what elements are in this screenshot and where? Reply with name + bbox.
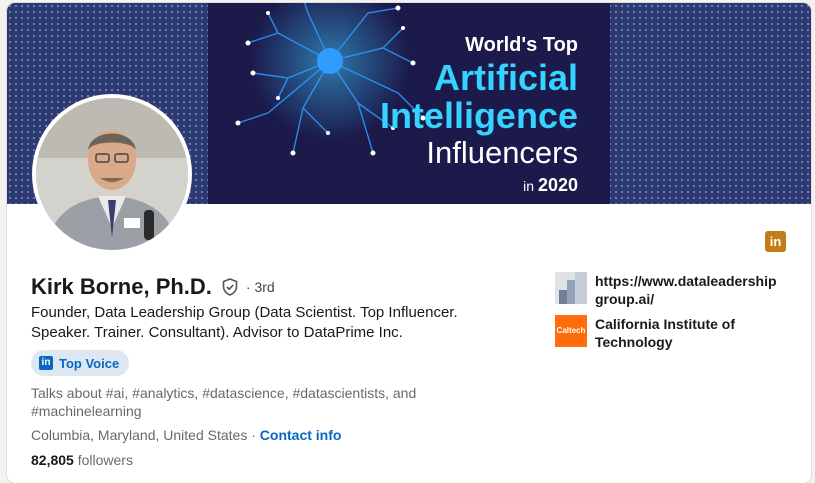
education-name: California Institute of Technology (595, 316, 735, 350)
contact-info-link[interactable]: Contact info (260, 427, 342, 443)
website-logo-icon (555, 272, 587, 304)
verified-shield-icon[interactable] (220, 277, 240, 297)
website-link[interactable]: https://www.dataleadership group.ai/ (555, 272, 790, 308)
separator: · (251, 427, 256, 443)
top-voice-label: Top Voice (59, 355, 120, 371)
talks-about: Talks about #ai, #analytics, #datascienc… (31, 385, 417, 419)
banner-year: in 2020 (380, 176, 578, 194)
location-row: Columbia, Maryland, United States · Cont… (31, 427, 341, 443)
education-link[interactable]: Caltech California Institute of Technolo… (555, 315, 790, 351)
profile-card: World's Top Artificial Intelligence Infl… (7, 3, 811, 483)
person-photo-icon (36, 98, 188, 250)
name-row: Kirk Borne, Ph.D. · 3rd (31, 274, 275, 300)
followers-label: followers (77, 452, 133, 468)
top-voice-badge[interactable]: in Top Voice (31, 350, 130, 376)
followers-count[interactable]: 82,805 followers (31, 452, 133, 468)
banner-line-4: Influencers (426, 135, 578, 170)
banner-year-prefix: in (523, 178, 535, 194)
connection-degree: · 3rd (245, 279, 275, 295)
location: Columbia, Maryland, United States (31, 427, 248, 443)
banner-line-3: Intelligence (379, 95, 578, 136)
website-url: https://www.dataleadership group.ai/ (595, 273, 777, 307)
profile-avatar[interactable] (32, 94, 192, 254)
linkedin-small-icon: in (39, 356, 53, 370)
banner-line-2: Artificial (433, 57, 578, 98)
banner-year-value: 2020 (537, 175, 578, 195)
profile-headline: Founder, Data Leadership Group (Data Sci… (31, 304, 458, 341)
banner-graphic: World's Top Artificial Intelligence Infl… (208, 3, 610, 204)
followers-number: 82,805 (31, 452, 74, 468)
caltech-logo-icon: Caltech (555, 315, 587, 347)
profile-name: Kirk Borne, Ph.D. (31, 274, 212, 299)
banner-line-1: World's Top (465, 34, 578, 56)
banner-title: World's Top Artificial Intelligence Infl… (380, 35, 578, 194)
linkedin-icon[interactable]: in (765, 231, 786, 252)
